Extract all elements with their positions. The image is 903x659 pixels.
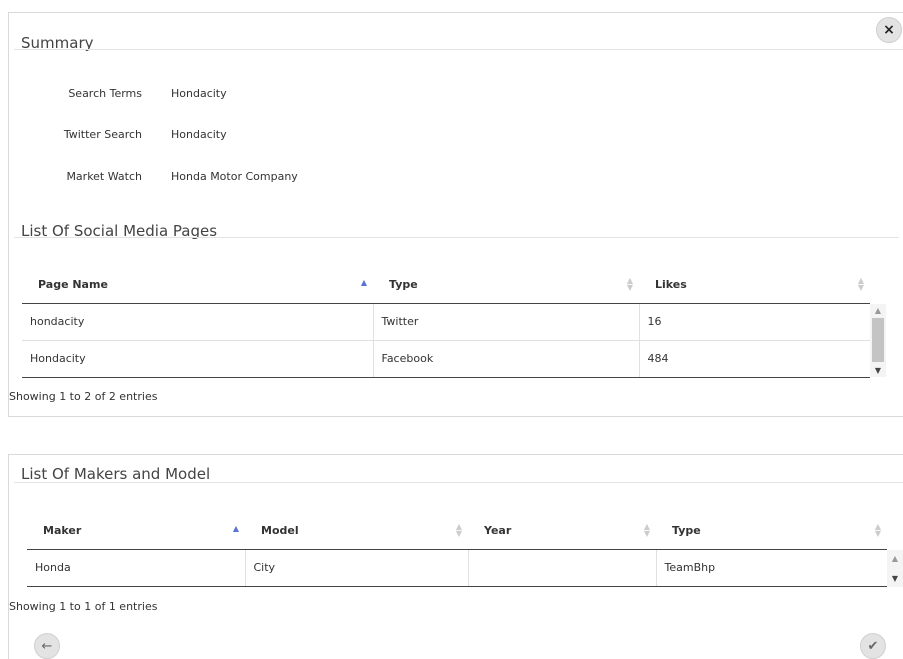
social-pages-header-row: Page Name ▲ Type ▲ ▼ Likes ▲ ▼	[22, 266, 870, 304]
cell-year	[468, 549, 657, 587]
back-button[interactable]: ←	[34, 633, 60, 659]
cell-likes: 16	[639, 303, 870, 341]
twitter-search-label: Twitter Search	[63, 128, 142, 141]
social-pages-table: Page Name ▲ Type ▲ ▼ Likes ▲ ▼ hondacity T…	[22, 266, 870, 378]
scroll-down-icon[interactable]: ▼	[870, 364, 886, 376]
table-row: hondacity Twitter 16	[22, 303, 870, 341]
sort-both-icon: ▲ ▼	[857, 276, 864, 292]
cell-likes: 484	[639, 340, 870, 378]
social-pages-divider	[14, 237, 899, 238]
social-pages-scrollbar[interactable]: ▲ ▼	[870, 304, 886, 377]
cell-model: City	[245, 549, 469, 587]
cell-page-name: Hondacity	[22, 340, 374, 378]
close-icon: ×	[883, 22, 895, 38]
column-header-type[interactable]: Type ▲ ▼	[656, 512, 887, 550]
social-pages-info: Showing 1 to 2 of 2 entries	[9, 390, 158, 403]
makers-header-row: Maker ▲ Model ▲ ▼ Year ▲ ▼ Type ▲ ▼	[27, 512, 887, 550]
cell-type: Facebook	[373, 340, 640, 378]
sort-both-icon: ▲ ▼	[626, 276, 633, 292]
cell-maker: Honda	[27, 549, 246, 587]
search-terms-value: Hondacity	[171, 87, 227, 100]
market-watch-label: Market Watch	[66, 170, 142, 183]
search-terms-label: Search Terms	[68, 87, 142, 100]
scroll-up-icon[interactable]: ▲	[870, 304, 886, 316]
makers-info: Showing 1 to 1 of 1 entries	[9, 600, 158, 613]
makers-title: List Of Makers and Model	[21, 465, 211, 483]
sort-both-icon: ▲ ▼	[874, 522, 881, 538]
table-row: Honda City TeamBhp	[27, 549, 887, 587]
column-header-page-name[interactable]: Page Name ▲	[22, 266, 373, 304]
sort-asc-icon: ▲	[232, 524, 239, 533]
checkmark-icon: ✔	[867, 638, 879, 654]
back-arrow-icon: ←	[41, 638, 53, 654]
makers-scrollbar[interactable]: ▲ ▼	[887, 550, 903, 587]
column-header-maker[interactable]: Maker ▲	[27, 512, 245, 550]
scroll-thumb[interactable]	[872, 318, 884, 362]
cell-type: Twitter	[373, 303, 640, 341]
market-watch-value: Honda Motor Company	[171, 170, 298, 183]
column-header-model[interactable]: Model ▲ ▼	[245, 512, 468, 550]
scroll-down-icon[interactable]: ▼	[887, 572, 903, 584]
makers-divider	[14, 482, 903, 483]
column-header-type[interactable]: Type ▲ ▼	[373, 266, 639, 304]
column-header-year[interactable]: Year ▲ ▼	[468, 512, 656, 550]
sort-both-icon: ▲ ▼	[455, 522, 462, 538]
scroll-up-icon[interactable]: ▲	[887, 552, 903, 564]
cell-page-name: hondacity	[22, 303, 374, 341]
cell-type: TeamBhp	[656, 549, 887, 587]
table-row: Hondacity Facebook 484	[22, 340, 870, 378]
sort-asc-icon: ▲	[360, 278, 367, 287]
close-button[interactable]: ×	[876, 17, 902, 43]
column-header-likes[interactable]: Likes ▲ ▼	[639, 266, 870, 304]
summary-divider	[14, 49, 903, 50]
sort-both-icon: ▲ ▼	[643, 522, 650, 538]
twitter-search-value: Hondacity	[171, 128, 227, 141]
makers-table: Maker ▲ Model ▲ ▼ Year ▲ ▼ Type ▲ ▼ Honda C…	[27, 512, 887, 587]
confirm-button[interactable]: ✔	[860, 633, 886, 659]
